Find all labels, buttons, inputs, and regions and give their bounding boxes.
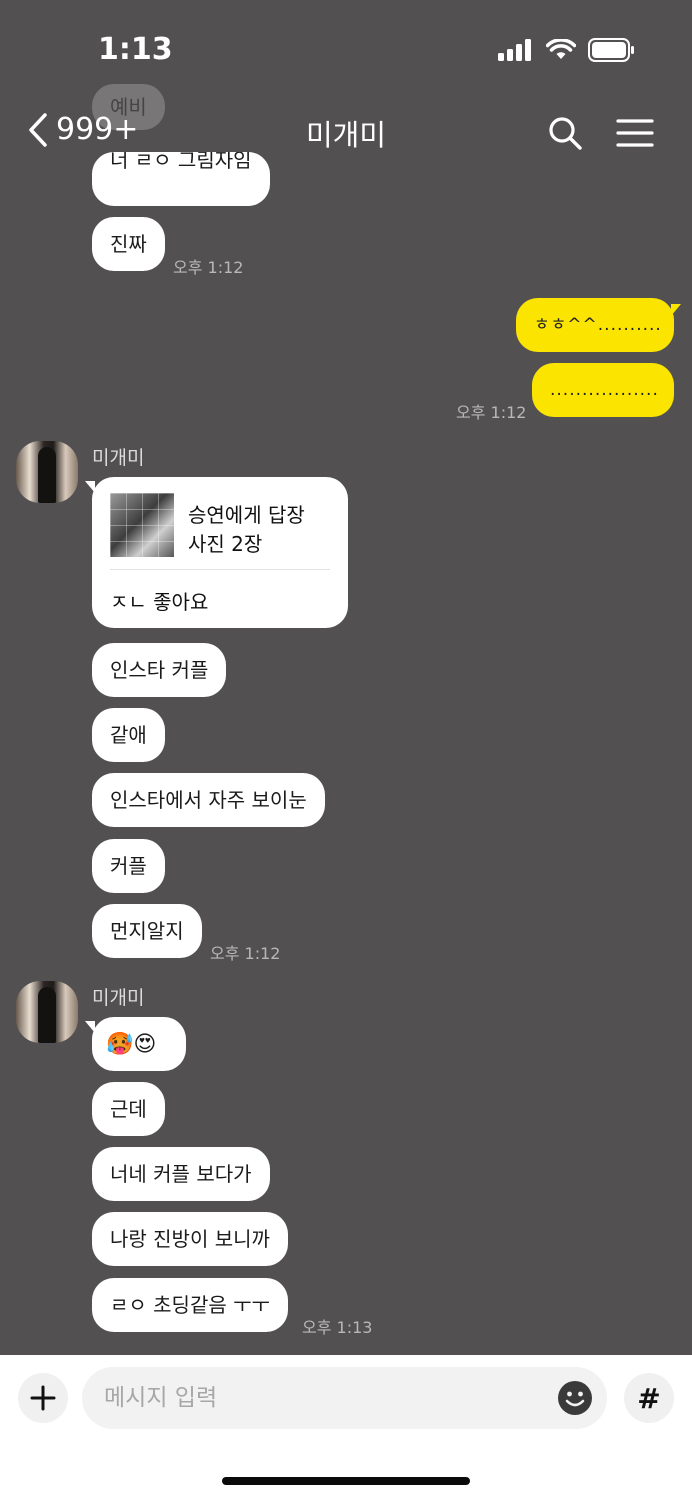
reply-card-divider bbox=[110, 569, 330, 570]
my-message-bubble[interactable]: ................. bbox=[532, 363, 674, 417]
menu-icon[interactable] bbox=[616, 118, 654, 148]
avatar[interactable] bbox=[16, 441, 78, 503]
hashtag-button[interactable]: # bbox=[624, 1373, 674, 1423]
search-icon[interactable] bbox=[548, 116, 582, 150]
emoji-text: 🥵😍 bbox=[106, 1032, 157, 1057]
message-bubble[interactable]: 진짜 bbox=[92, 217, 165, 271]
partial-message-text: 너 ㄹㅇ 그림자임 bbox=[110, 152, 252, 172]
message-bubble[interactable]: 먼지알지 bbox=[92, 904, 202, 958]
message-input[interactable]: 메시지 입력 bbox=[82, 1367, 607, 1429]
message-bubble[interactable]: 같애 bbox=[92, 708, 165, 762]
message-timestamp: 오후 1:12 bbox=[210, 944, 281, 963]
sender-name: 미개미 bbox=[92, 447, 145, 469]
reply-card-title: 승연에게 답장 bbox=[188, 503, 305, 527]
reply-card-text: ㅈㄴ 좋아요 bbox=[110, 590, 209, 614]
message-bubble[interactable]: 근데 bbox=[92, 1082, 165, 1136]
my-message-bubble[interactable]: ㅎㅎ^^.......... bbox=[516, 298, 681, 352]
wifi-icon bbox=[546, 39, 576, 59]
sender-name: 미개미 bbox=[92, 987, 145, 1009]
message-bubble[interactable]: ㄹㅇ 초딩같음 ㅜㅜ bbox=[92, 1278, 288, 1332]
reply-thumbnail bbox=[110, 493, 174, 557]
message-timestamp: 오후 1:13 bbox=[302, 1318, 373, 1337]
reply-card[interactable]: 승연에게 답장 사진 2장 ㅈㄴ 좋아요 bbox=[85, 477, 348, 628]
message-timestamp: 오후 1:12 bbox=[173, 258, 244, 277]
message-bubble[interactable]: 커플 bbox=[92, 839, 165, 893]
message-bubble[interactable]: 나랑 진방이 보니까 bbox=[92, 1212, 288, 1266]
input-bar: 메시지 입력 # bbox=[0, 1355, 692, 1500]
battery-icon bbox=[588, 38, 634, 62]
signal-icon bbox=[498, 39, 531, 61]
message-timestamp: 오후 1:12 bbox=[456, 403, 527, 422]
hashtag-label: # bbox=[637, 1381, 661, 1415]
reply-card-subtitle: 사진 2장 bbox=[188, 532, 263, 556]
emoji-message-bubble[interactable]: 🥵😍 bbox=[85, 1017, 186, 1071]
home-indicator bbox=[222, 1477, 470, 1485]
avatar[interactable] bbox=[16, 981, 78, 1043]
plus-icon bbox=[30, 1385, 56, 1411]
partial-message-bubble: 너 ㄹㅇ 그림자임 bbox=[92, 152, 270, 206]
attach-button[interactable] bbox=[18, 1373, 68, 1423]
status-time: 1:13 bbox=[98, 32, 173, 67]
message-bubble[interactable]: 인스타 커플 bbox=[92, 643, 227, 697]
status-icons bbox=[498, 38, 636, 62]
emoji-icon[interactable] bbox=[557, 1380, 593, 1416]
message-bubble[interactable]: 너네 커플 보다가 bbox=[92, 1147, 270, 1201]
message-bubble[interactable]: 인스타에서 자주 보이눈 bbox=[92, 773, 325, 827]
message-input-placeholder: 메시지 입력 bbox=[104, 1385, 218, 1411]
chat-title: 미개미 bbox=[305, 118, 387, 152]
